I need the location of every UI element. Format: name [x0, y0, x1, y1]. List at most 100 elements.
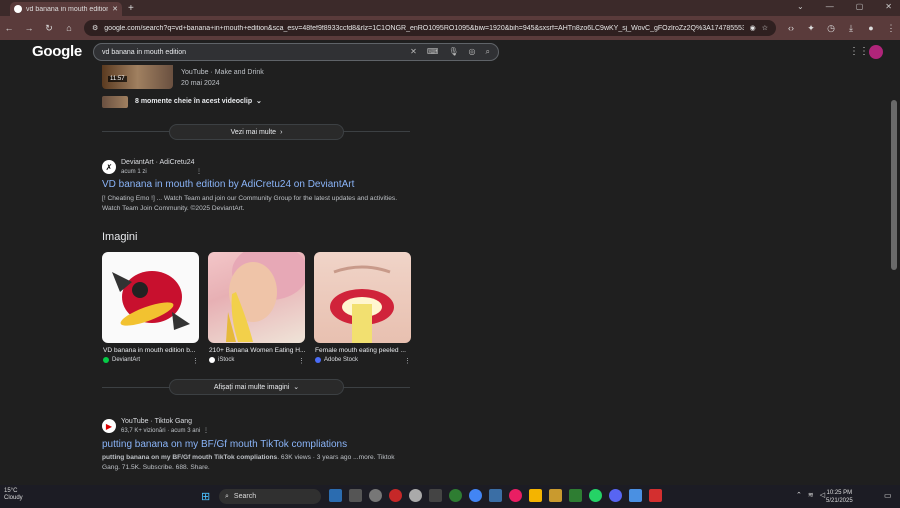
- bookmark-star-icon[interactable]: ☆: [762, 24, 768, 32]
- google-logo[interactable]: Google: [32, 43, 82, 60]
- lens-icon[interactable]: ◎: [469, 47, 476, 57]
- result-more-icon[interactable]: ⋮: [203, 427, 209, 434]
- snippet-bold: putting banana on my BF/Gf mouth TikTok …: [102, 454, 278, 461]
- window-controls: ⌄ — ▢ ✕: [797, 2, 892, 11]
- app-icon[interactable]: [649, 489, 662, 502]
- result-views: 63,7 K+ vizionări · acum 3 ani: [121, 428, 201, 434]
- more-images-label: Afișați mai multe imagini: [213, 383, 290, 391]
- app-icon[interactable]: [549, 489, 562, 502]
- app-icon[interactable]: [389, 489, 402, 502]
- minimize-icon[interactable]: —: [826, 2, 834, 11]
- tab-google-search[interactable]: vd banana in mouth edition - G ✕: [10, 2, 122, 16]
- result-site: YouTube · Tiktok Gang: [121, 418, 193, 425]
- clear-icon[interactable]: ✕: [410, 47, 417, 57]
- result-snippet: putting banana on my BF/Gf mouth TikTok …: [102, 453, 412, 473]
- system-tray: ⌃ ≋ ◁: [796, 491, 825, 499]
- deviantart-icon: [103, 357, 109, 363]
- key-moments-toggle[interactable]: 8 momente cheie în acest videoclip ⌄: [135, 97, 262, 105]
- home-icon[interactable]: ⌂: [64, 23, 74, 33]
- image-thumb-2[interactable]: [208, 252, 305, 343]
- extensions-icon[interactable]: ✦: [806, 23, 816, 34]
- profile-icon[interactable]: ●: [866, 23, 876, 33]
- moments-thumbnail: [102, 96, 128, 108]
- address-bar-row: ← → ↻ ⌂ ⚙ google.com/search?q=vd+banana+…: [0, 16, 900, 40]
- video-duration: 11:57: [108, 76, 127, 82]
- more-images-button[interactable]: Afișați mai multe imagini ⌄: [169, 379, 344, 395]
- image-caption-2[interactable]: 210+ Banana Women Eating H...: [209, 347, 305, 354]
- pinned-apps: [329, 489, 662, 502]
- settings-icon[interactable]: [369, 489, 382, 502]
- url-text: google.com/search?q=vd+banana+in+mouth+e…: [104, 24, 744, 32]
- deviantart-logo-icon: ✗: [102, 160, 116, 174]
- clock-time: 10:25 PM: [826, 490, 853, 496]
- history-icon[interactable]: ◷: [826, 23, 836, 34]
- weather-widget[interactable]: 15°C Cloudy: [4, 488, 23, 502]
- task-view-icon[interactable]: [329, 489, 342, 502]
- microphone-icon[interactable]: 🎙: [448, 47, 458, 57]
- location-icon[interactable]: ◉: [750, 24, 756, 32]
- result-title-link[interactable]: VD banana in mouth edition by AdiCretu24…: [102, 179, 354, 190]
- app-icon[interactable]: [489, 489, 502, 502]
- clock[interactable]: 10:25 PM 5/21/2025: [826, 489, 853, 505]
- app-icon[interactable]: [429, 489, 442, 502]
- result-title-link[interactable]: putting banana on my BF/Gf mouth TikTok …: [102, 439, 347, 450]
- app-icon[interactable]: [509, 489, 522, 502]
- close-window-icon[interactable]: ✕: [885, 2, 892, 11]
- account-avatar[interactable]: [869, 45, 883, 59]
- result-more-icon[interactable]: ⋮: [196, 168, 202, 175]
- taskbar-search[interactable]: ⌕ Search: [219, 489, 321, 504]
- image-caption-3[interactable]: Female mouth eating peeled ...: [315, 347, 411, 354]
- weather-condition: Cloudy: [4, 495, 23, 501]
- image-more-icon-2[interactable]: ⋮: [298, 357, 305, 365]
- youtube-logo-icon: ▶: [102, 419, 116, 433]
- keyboard-icon[interactable]: ⌨: [427, 47, 439, 57]
- adobe-stock-icon: [315, 357, 321, 363]
- image-source-label-3: Adobe Stock: [324, 357, 359, 363]
- search-input[interactable]: vd banana in mouth edition ✕ ⌨ 🎙 ◎ ⌕: [93, 43, 499, 61]
- image-source-1: DeviantArt: [103, 357, 140, 363]
- devtools-icon[interactable]: ‹›: [786, 23, 796, 33]
- back-icon[interactable]: ←: [4, 23, 14, 33]
- result-site: DeviantArt · AdiCretu24: [121, 159, 195, 166]
- scrollbar-thumb[interactable]: [891, 100, 897, 270]
- discord-icon[interactable]: [609, 489, 622, 502]
- page-scrollbar[interactable]: [888, 65, 900, 485]
- chrome-icon[interactable]: [469, 489, 482, 502]
- reload-icon[interactable]: ↻: [44, 23, 54, 34]
- image-source-label-2: iStock: [218, 357, 235, 363]
- app-icon[interactable]: [629, 489, 642, 502]
- forward-icon[interactable]: →: [24, 23, 34, 33]
- image-source-2: iStock: [209, 357, 234, 363]
- windows-taskbar: 15°C Cloudy ⊞ ⌕ Search ⌃ ≋ ◁ 10:25 PM 5/…: [0, 485, 900, 508]
- url-field[interactable]: ⚙ google.com/search?q=vd+banana+in+mouth…: [84, 20, 776, 36]
- notification-icon[interactable]: ▭: [884, 491, 892, 500]
- download-icon[interactable]: ⤓: [846, 23, 856, 34]
- app-icon[interactable]: [569, 489, 582, 502]
- menu-icon[interactable]: ⋮: [886, 23, 896, 34]
- tab-search-icon[interactable]: ⌄: [797, 2, 804, 11]
- windows-start-icon[interactable]: ⊞: [201, 490, 210, 503]
- maximize-icon[interactable]: ▢: [856, 2, 864, 11]
- camera-icon[interactable]: [349, 489, 362, 502]
- wifi-icon[interactable]: ≋: [808, 491, 814, 499]
- whatsapp-icon[interactable]: [589, 489, 602, 502]
- see-more-button[interactable]: Vezi mai multe ›: [169, 124, 344, 140]
- file-explorer-icon[interactable]: [529, 489, 542, 502]
- chevron-up-icon[interactable]: ⌃: [796, 491, 802, 499]
- app-icon[interactable]: [409, 489, 422, 502]
- image-thumb-1[interactable]: [102, 252, 199, 343]
- volume-icon[interactable]: ◁: [820, 491, 825, 499]
- new-tab-icon[interactable]: +: [128, 3, 134, 14]
- app-icon[interactable]: [449, 489, 462, 502]
- image-more-icon-3[interactable]: ⋮: [404, 357, 411, 365]
- close-tab-icon[interactable]: ✕: [112, 5, 118, 13]
- tab-title: vd banana in mouth edition - G: [26, 5, 109, 13]
- google-header: Google vd banana in mouth edition ✕ ⌨ 🎙 …: [0, 40, 888, 65]
- image-caption-1[interactable]: VD banana in mouth edition b...: [103, 347, 199, 354]
- image-more-icon-1[interactable]: ⋮: [192, 357, 199, 365]
- cartoon-banana-image: [112, 271, 190, 330]
- site-info-icon[interactable]: ⚙: [92, 24, 98, 32]
- image-thumb-3[interactable]: [314, 252, 411, 343]
- search-icon[interactable]: ⌕: [486, 47, 490, 57]
- image-source-label-1: DeviantArt: [112, 357, 141, 363]
